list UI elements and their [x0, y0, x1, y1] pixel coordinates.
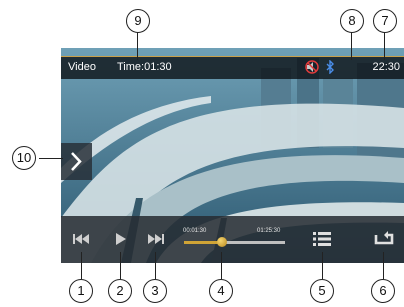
playlist-icon: [313, 232, 331, 246]
callout-10: 10: [12, 146, 36, 170]
progress-knob[interactable]: [217, 237, 228, 247]
progress-slider[interactable]: [184, 237, 285, 247]
leader-line: [384, 32, 385, 60]
callout-3: 3: [143, 279, 167, 303]
repeat-icon: [374, 231, 394, 245]
next-icon: [148, 234, 164, 244]
leader-line: [39, 158, 63, 159]
status-bar: Video Time:01:30 22:30: [61, 56, 404, 79]
callout-4: 4: [209, 279, 233, 303]
callout-1: 1: [69, 279, 93, 303]
callout-9: 9: [126, 9, 150, 33]
control-bar: 00:01:30 01:25:30: [61, 216, 404, 263]
play-icon: [116, 233, 126, 245]
callout-6: 6: [371, 279, 395, 303]
leader-line: [351, 32, 352, 60]
next-tab-button[interactable]: [61, 143, 92, 180]
previous-icon: [73, 234, 89, 244]
leader-line: [137, 32, 138, 60]
callout-7: 7: [373, 9, 397, 33]
source-title: Video: [68, 61, 96, 73]
callout-2: 2: [108, 279, 132, 303]
leader-line: [155, 252, 156, 279]
next-tab-icon: [71, 152, 82, 171]
leader-line: [81, 252, 82, 279]
leader-line: [120, 252, 121, 279]
next-button[interactable]: [146, 230, 166, 248]
repeat-button[interactable]: [373, 229, 395, 249]
bluetooth-icon: [326, 60, 334, 74]
leader-line: [383, 252, 384, 279]
mute-icon[interactable]: [305, 60, 319, 74]
elapsed-time-label: Time:01:30: [117, 61, 172, 73]
total-time: 01:25:30: [257, 228, 281, 234]
callout-5: 5: [310, 279, 334, 303]
leader-line: [322, 252, 323, 279]
previous-button[interactable]: [71, 230, 91, 248]
device-screen: Video Time:01:30 22:30 00:01:30 01:25:30: [61, 48, 404, 263]
current-time: 00:01:30: [183, 228, 207, 234]
callout-8: 8: [340, 9, 364, 33]
play-button[interactable]: [113, 230, 129, 248]
playlist-button[interactable]: [312, 230, 332, 248]
leader-line: [221, 252, 222, 279]
clock: 22:30: [372, 61, 400, 73]
